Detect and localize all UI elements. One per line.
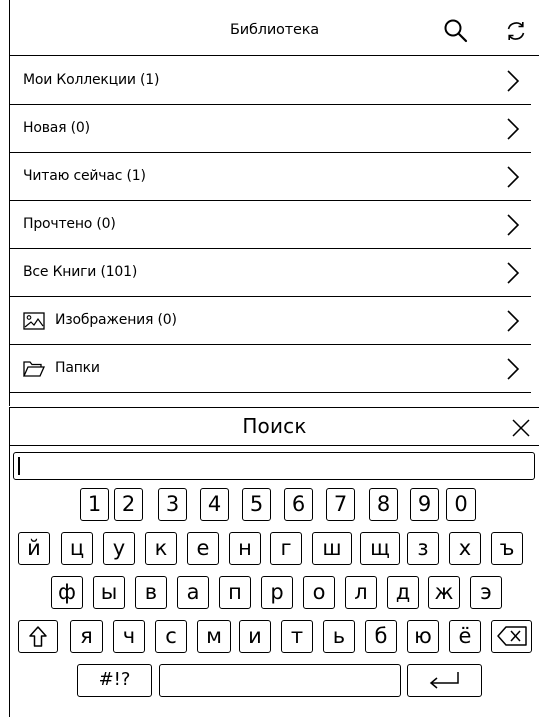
library-item-label: Читаю сейчас (1) (23, 168, 146, 184)
key-1[interactable]: 1 (80, 488, 109, 521)
key-х[interactable]: х (449, 532, 481, 565)
key-л[interactable]: л (345, 576, 377, 609)
chevron-right-icon (507, 70, 520, 92)
search-title-bar: Поиск (10, 408, 539, 446)
key-у[interactable]: у (103, 532, 135, 565)
key-2[interactable]: 2 (114, 488, 143, 521)
library-item-label: Прочтено (0) (23, 216, 116, 232)
shift-key[interactable] (18, 620, 58, 653)
key-5[interactable]: 5 (242, 488, 271, 521)
key-3[interactable]: 3 (158, 488, 187, 521)
key-0[interactable]: 0 (446, 488, 476, 521)
key-ж[interactable]: ж (428, 576, 460, 609)
chevron-right-icon (507, 310, 520, 332)
enter-key[interactable] (407, 664, 482, 697)
key-щ[interactable]: щ (360, 532, 400, 565)
key-г[interactable]: г (270, 532, 302, 565)
key-в[interactable]: в (135, 576, 167, 609)
chevron-right-icon (507, 214, 520, 236)
search-icon[interactable] (443, 18, 469, 44)
key-б[interactable]: б (365, 620, 397, 653)
key-п[interactable]: п (219, 576, 251, 609)
key-8[interactable]: 8 (369, 488, 398, 521)
library-item-label: Все Книги (101) (23, 264, 138, 280)
sync-icon[interactable] (505, 20, 527, 42)
library-item-collections[interactable]: Мои Коллекции (1) (10, 57, 531, 105)
library-item-all-books[interactable]: Все Книги (101) (10, 249, 531, 297)
key-к[interactable]: к (145, 532, 177, 565)
chevron-right-icon (507, 118, 520, 140)
library-panel: Библиотека Мои Коллекции (1) Новая (0) Ч… (9, 0, 539, 406)
search-input[interactable] (13, 452, 535, 480)
key-р[interactable]: р (261, 576, 293, 609)
chevron-right-icon (507, 262, 520, 284)
close-icon[interactable] (512, 419, 530, 437)
library-item-reading-now[interactable]: Читаю сейчас (1) (10, 153, 531, 201)
library-item-label: Новая (0) (23, 120, 90, 136)
folder-icon (23, 361, 45, 377)
shift-icon (29, 626, 47, 647)
key-9[interactable]: 9 (410, 488, 439, 521)
library-item-new[interactable]: Новая (0) (10, 105, 531, 153)
key-ш[interactable]: ш (312, 532, 352, 565)
key-6[interactable]: 6 (284, 488, 313, 521)
library-item-label: Изображения (0) (55, 312, 177, 328)
library-item-images[interactable]: Изображения (0) (10, 297, 531, 345)
image-icon (23, 312, 45, 330)
key-ы[interactable]: ы (93, 576, 125, 609)
key-с[interactable]: с (155, 620, 187, 653)
library-item-folders[interactable]: Папки (10, 345, 531, 393)
symbols-key[interactable]: #!? (77, 664, 152, 697)
key-ъ[interactable]: ъ (491, 532, 523, 565)
key-ч[interactable]: ч (113, 620, 145, 653)
key-н[interactable]: н (229, 532, 261, 565)
library-header: Библиотека (10, 0, 539, 56)
library-item-label: Папки (55, 360, 100, 376)
search-panel: Поиск 1 2 3 4 5 6 7 8 9 0 й ц у к е н г … (9, 407, 539, 717)
key-и[interactable]: и (239, 620, 271, 653)
library-item-label: Мои Коллекции (1) (23, 72, 160, 88)
key-й[interactable]: й (18, 532, 50, 565)
key-т[interactable]: т (281, 620, 313, 653)
key-7[interactable]: 7 (326, 488, 355, 521)
key-4[interactable]: 4 (200, 488, 229, 521)
key-з[interactable]: з (407, 532, 439, 565)
key-я[interactable]: я (70, 620, 103, 653)
space-key[interactable] (159, 664, 401, 697)
chevron-right-icon (507, 358, 520, 380)
key-ю[interactable]: ю (407, 620, 439, 653)
enter-icon (429, 672, 459, 689)
key-ц[interactable]: ц (61, 532, 93, 565)
chevron-right-icon (507, 166, 520, 188)
key-ф[interactable]: ф (51, 576, 83, 609)
key-д[interactable]: д (387, 576, 419, 609)
key-ё[interactable]: ё (449, 620, 481, 653)
key-м[interactable]: м (197, 620, 231, 653)
library-item-finished[interactable]: Прочтено (0) (10, 201, 531, 249)
backspace-key[interactable] (491, 620, 532, 653)
key-ь[interactable]: ь (323, 620, 355, 653)
backspace-icon (496, 626, 527, 646)
key-а[interactable]: а (177, 576, 209, 609)
text-cursor (18, 457, 20, 475)
key-о[interactable]: о (303, 576, 335, 609)
key-е[interactable]: е (187, 532, 219, 565)
key-э[interactable]: э (470, 576, 502, 609)
search-title: Поиск (242, 414, 307, 438)
